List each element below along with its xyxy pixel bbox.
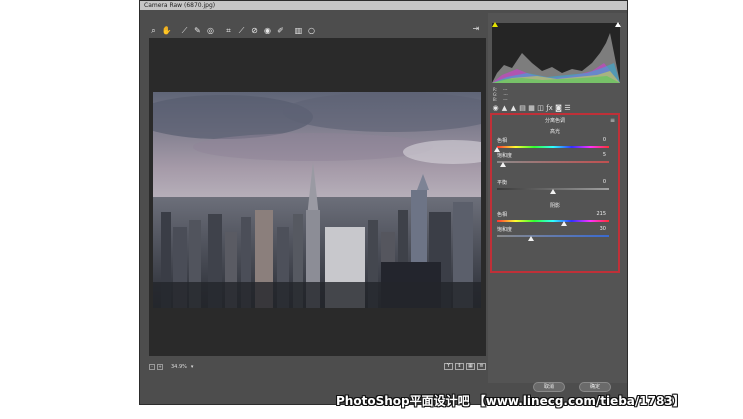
rgb-readout: R: --- G: --- B: --- [493, 87, 508, 102]
panel-tabs: ◉ ▲ ▲ ▤ ▦ ◫ ƒx ◙ ☰ [491, 104, 621, 112]
split-toning-panel: 分离色调 ≡ 高光 色相 0 饱和度 5 平衡 0 阴影 色相 215 饱和度 … [490, 113, 620, 273]
city-photo [153, 92, 481, 308]
adjustment-brush-icon[interactable]: ✐ [275, 25, 286, 36]
shadows-hue-label: 色相 [497, 212, 508, 218]
straighten-tool-icon[interactable]: ⟋ [236, 25, 247, 36]
camera-raw-window: Camera Raw (6870.jpg) ⌕ ✋ ⟋ ✎ ◎ ⌗ ⟋ ⊘ ◉ ✐ ▥ ○ ⇥ [139, 0, 628, 405]
panel-tab-icon[interactable]: ☰ [563, 104, 572, 112]
panel-tab-icon[interactable]: ◉ [491, 104, 500, 112]
targeted-adjustment-tool-icon[interactable]: ◎ [205, 25, 216, 36]
open-preferences-icon[interactable]: ⇥ [471, 24, 481, 34]
view-mode-button[interactable]: ▦ [466, 363, 475, 370]
histogram-graph [492, 33, 620, 83]
shadows-hue-value[interactable]: 215 [596, 211, 606, 217]
window-title: Camera Raw (6870.jpg) [140, 1, 627, 10]
balance-slider[interactable] [550, 189, 556, 194]
shadows-saturation-track[interactable] [497, 235, 609, 237]
panel-menu-icon[interactable]: ≡ [610, 117, 615, 124]
zoom-level[interactable]: 34.9% [171, 364, 187, 370]
histogram [492, 23, 620, 83]
view-mode-button[interactable]: Y [444, 363, 453, 370]
spot-removal-tool-icon[interactable]: ⊘ [249, 25, 260, 36]
highlights-heading: 高光 [549, 129, 560, 135]
split-toning-title: 分离色调 [544, 118, 565, 124]
panel-tab-icon[interactable]: ▲ [500, 104, 509, 112]
radial-filter-icon[interactable]: ○ [306, 25, 317, 36]
balance-label: 平衡 [497, 180, 508, 186]
crop-tool-icon[interactable]: ⌗ [223, 25, 234, 36]
shadows-saturation-value[interactable]: 30 [600, 226, 606, 232]
view-mode-button[interactable]: ⇕ [455, 363, 464, 370]
ok-button[interactable]: 确定 [579, 382, 611, 392]
panel-tab-icon[interactable]: ƒx [545, 104, 554, 112]
status-bar: - + 34.9% ▾ Y ⇕ ▦ ≡ [149, 361, 486, 372]
red-eye-tool-icon[interactable]: ◉ [262, 25, 273, 36]
highlights-hue-value[interactable]: 0 [603, 137, 606, 143]
shadows-heading: 阴影 [549, 203, 560, 209]
zoom-in-button[interactable]: + [157, 363, 163, 370]
color-sampler-tool-icon[interactable]: ✎ [192, 25, 203, 36]
panel-tab-icon[interactable]: ▤ [518, 104, 527, 112]
preview-image [153, 92, 481, 308]
cancel-button[interactable]: 取消 [533, 382, 565, 392]
zoom-tool-icon[interactable]: ⌕ [148, 25, 159, 36]
rgb-channel-value: --- [503, 97, 508, 102]
highlight-clipping-warning-icon[interactable] [615, 22, 621, 27]
screenshot-stage: Camera Raw (6870.jpg) ⌕ ✋ ⟋ ✎ ◎ ⌗ ⟋ ⊘ ◉ ✐ ▥ ○ ⇥ [0, 0, 743, 419]
shadows-hue-track[interactable] [497, 220, 609, 222]
highlights-saturation-slider[interactable] [499, 162, 506, 167]
panel-tab-icon[interactable]: ◫ [536, 104, 545, 112]
view-mode-button[interactable]: ≡ [477, 363, 486, 370]
hand-tool-icon[interactable]: ✋ [161, 25, 172, 36]
shadows-hue-slider[interactable] [560, 221, 567, 226]
watermark: PhotoShop平面设计吧 【www.linecg.com/tieba/178… [336, 394, 685, 408]
panel-tab-icon[interactable]: ▲ [509, 104, 518, 112]
preview-canvas[interactable] [149, 38, 486, 356]
shadow-clipping-warning-icon[interactable] [492, 22, 498, 27]
highlights-hue-track[interactable] [497, 146, 609, 148]
zoom-out-button[interactable]: - [149, 363, 155, 370]
shadows-saturation-label: 饱和度 [497, 227, 513, 233]
adjustment-panel: R: --- G: --- B: --- ◉ ▲ ▲ ▤ ▦ ◫ ƒx ◙ ☰ 分离色调 ≡ 高光 色相 … [488, 13, 627, 383]
rgb-readout-row: B: --- [493, 97, 508, 102]
graduated-filter-icon[interactable]: ▥ [293, 25, 304, 36]
panel-tab-icon[interactable]: ◙ [554, 104, 563, 112]
zoom-dropdown-icon[interactable]: ▾ [191, 364, 194, 370]
shadows-saturation-slider[interactable] [527, 236, 534, 241]
highlights-saturation-label: 饱和度 [497, 153, 513, 159]
white-balance-tool-icon[interactable]: ⟋ [179, 25, 190, 36]
highlights-saturation-track[interactable] [497, 161, 609, 163]
highlights-hue-label: 色相 [497, 138, 508, 144]
balance-value[interactable]: 0 [603, 179, 606, 185]
highlights-saturation-value[interactable]: 5 [603, 152, 606, 158]
view-buttons: Y ⇕ ▦ ≡ [442, 363, 486, 370]
rgb-channel-label: B: [493, 97, 498, 102]
toolbar: ⌕ ✋ ⟋ ✎ ◎ ⌗ ⟋ ⊘ ◉ ✐ ▥ ○ [148, 22, 486, 38]
panel-tab-icon[interactable]: ▦ [527, 104, 536, 112]
